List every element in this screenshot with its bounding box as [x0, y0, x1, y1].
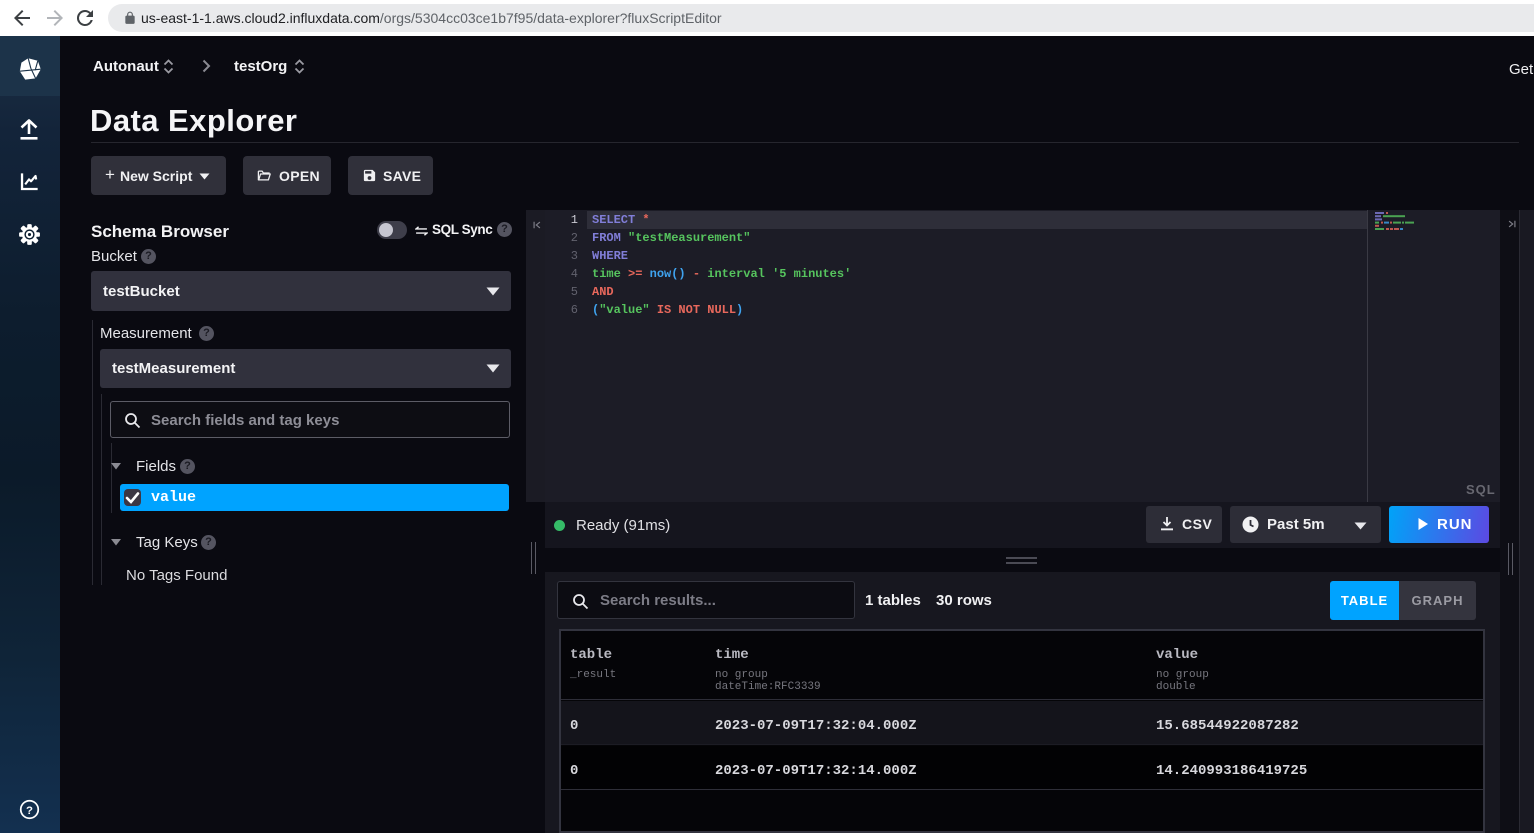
svg-text:?: ?	[26, 805, 33, 817]
